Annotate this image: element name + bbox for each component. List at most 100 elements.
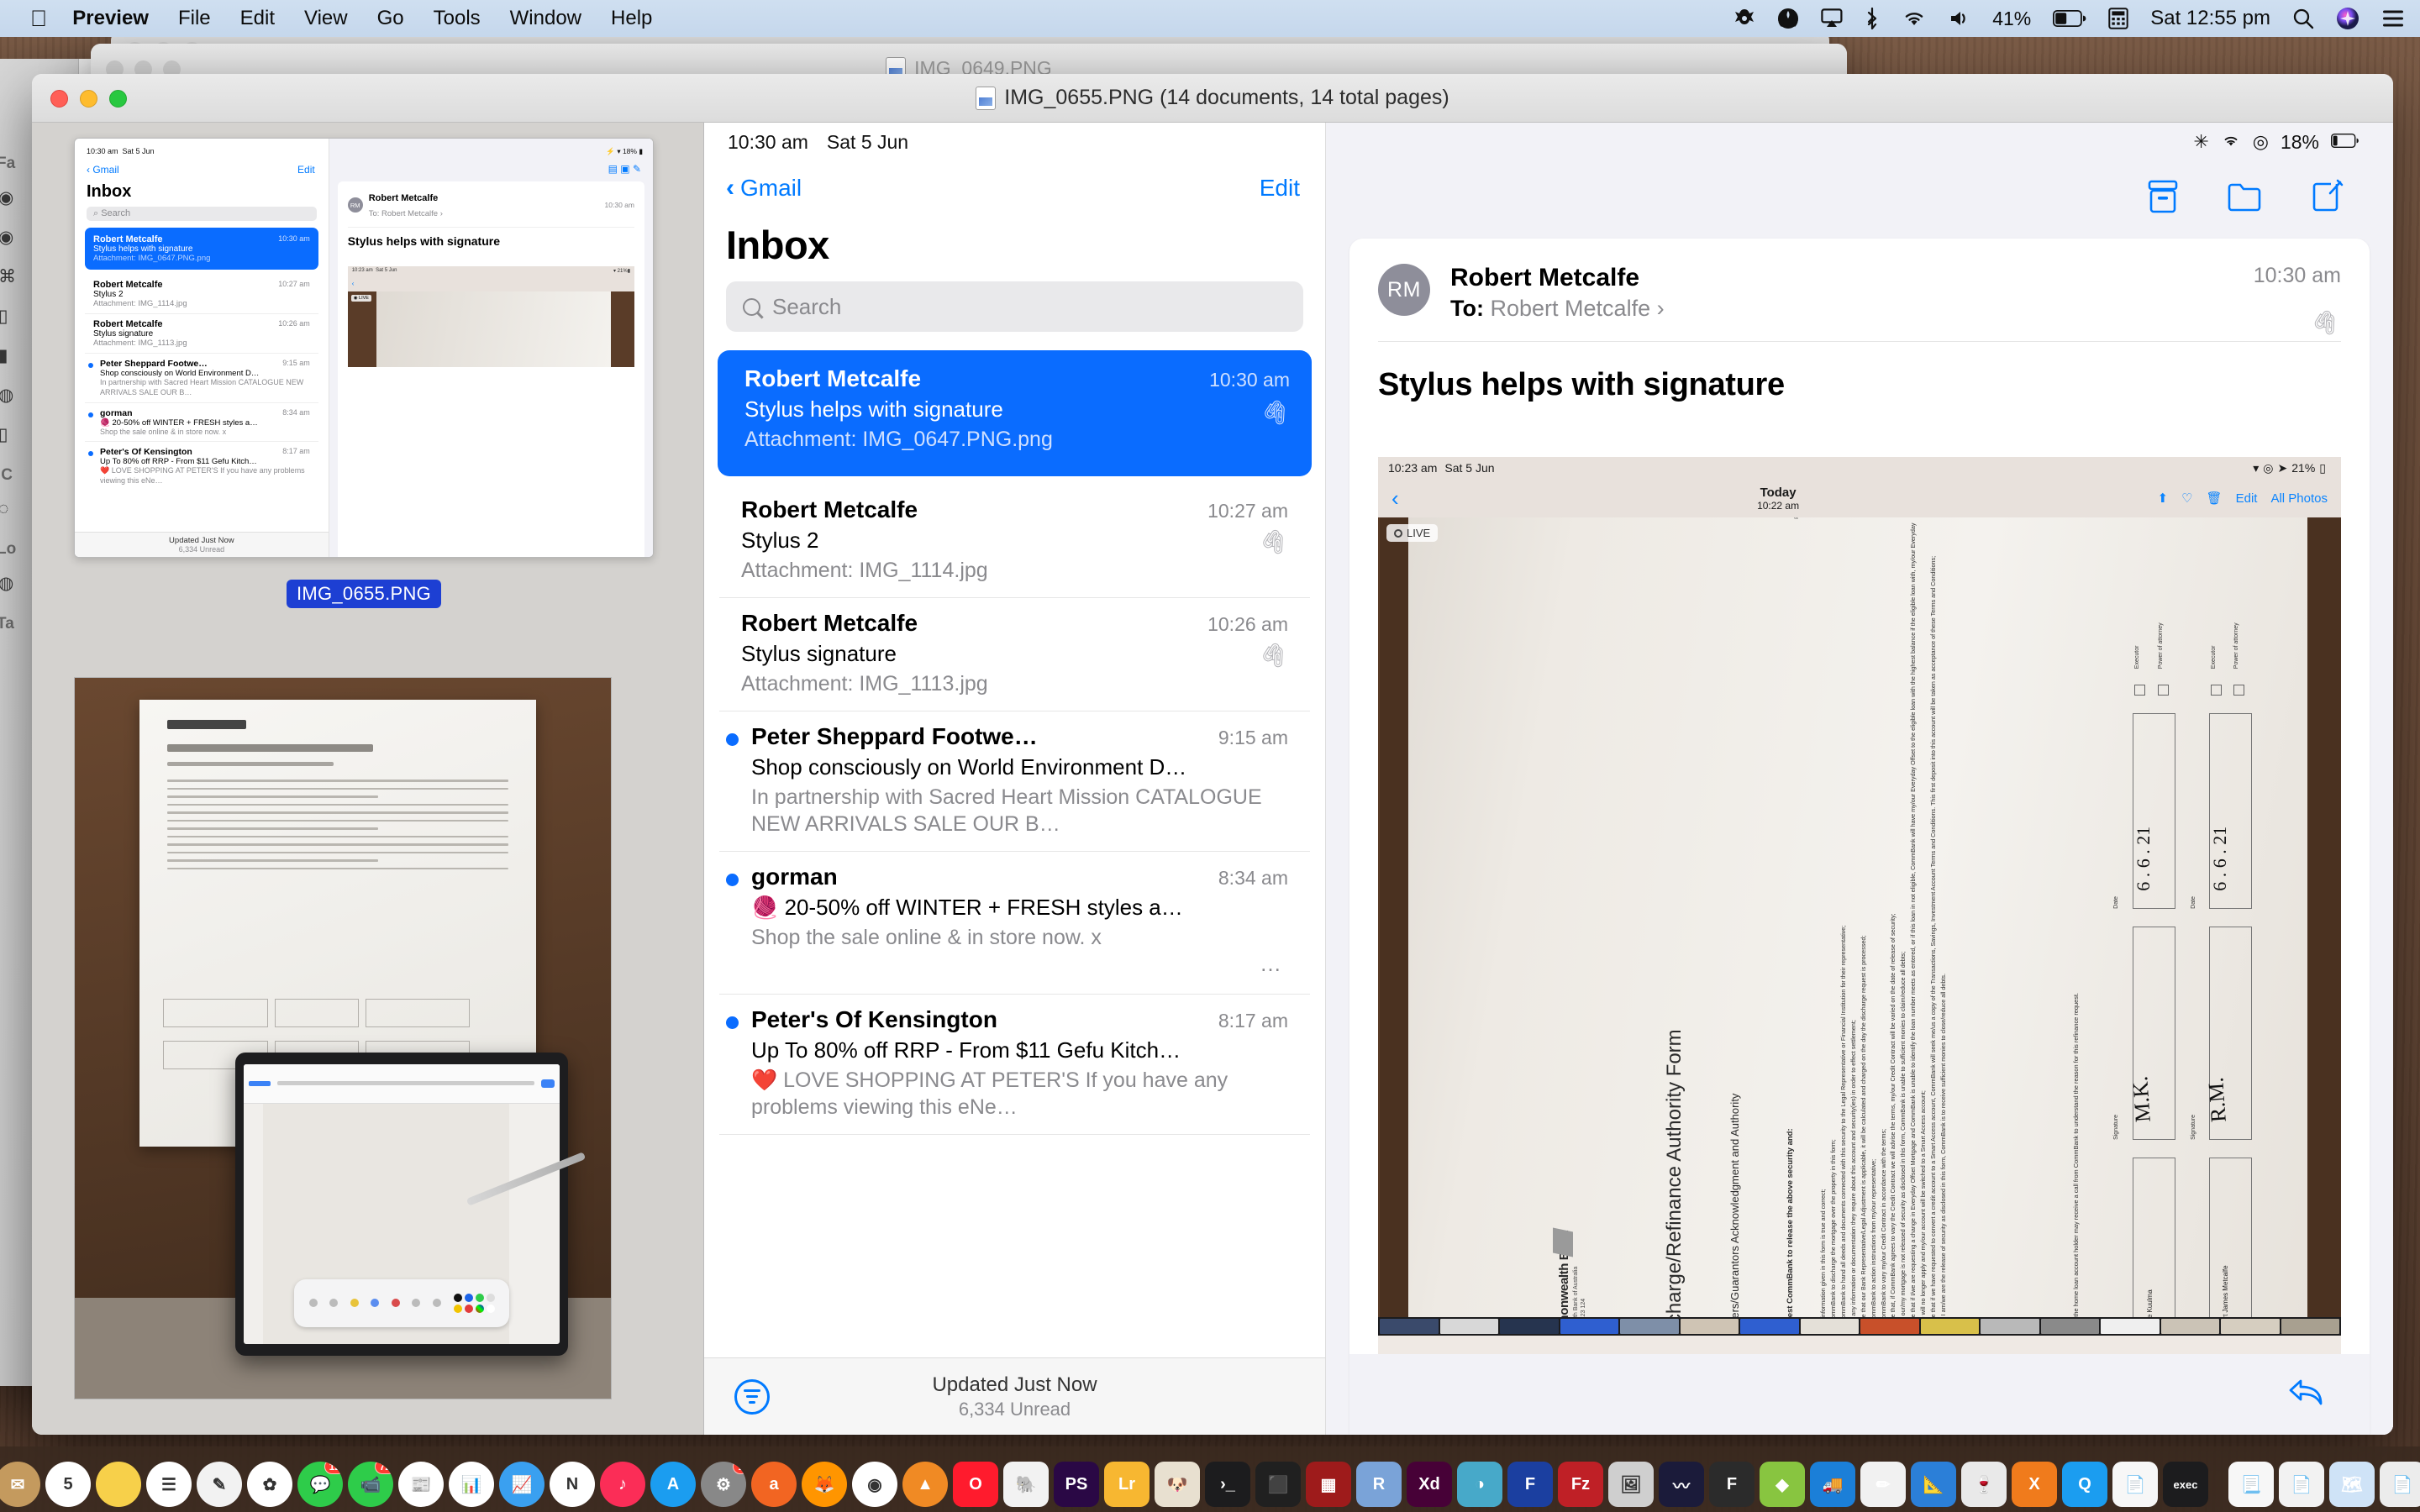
dock-item-f-app[interactable]: F: [1507, 1462, 1553, 1507]
dock-item-wine[interactable]: 🍷: [1961, 1462, 2007, 1507]
macos-dock[interactable]: ☺🚀◎🖼✉5☰✎✿💬12📹72📰📊📈N♪A⚙1a🦊◉▲O🐘PSLr🐶›_⬛▦RX…: [0, 1446, 2420, 1512]
dock-item-adobe-xd[interactable]: Xd: [1407, 1462, 1452, 1507]
dock-item-news[interactable]: 📰: [398, 1462, 444, 1507]
wifi-icon[interactable]: [1902, 8, 1927, 29]
zoom-button[interactable]: [109, 90, 127, 108]
menu-item-file[interactable]: File: [178, 7, 211, 30]
mail-detail-footer[interactable]: [1349, 1354, 2370, 1435]
mail-list-items[interactable]: Robert Metcalfe 10:30 am Stylus helps wi…: [704, 347, 1325, 1357]
dock-item-evernote[interactable]: 🐘: [1003, 1462, 1049, 1507]
mail-list-item-1[interactable]: Robert Metcalfe 10:27 am Stylus 2 Attach…: [719, 485, 1310, 598]
dock-item-textedit[interactable]: 📄: [2112, 1462, 2158, 1507]
dock-item-sketchbook[interactable]: ✏: [1860, 1462, 1906, 1507]
photos-actions[interactable]: ⬆ ♡ 🗑 Edit All Photos: [2158, 491, 2328, 507]
dock-item-downloads-stack[interactable]: 📄: [2279, 1462, 2324, 1507]
menu-item-help[interactable]: Help: [611, 7, 652, 30]
dock-item-sublime[interactable]: ◆: [1760, 1462, 1805, 1507]
menubar-status-items[interactable]: 41% Sat 12:55 pm: [1733, 7, 2405, 30]
airplay-icon[interactable]: [1821, 8, 1843, 29]
mail-attachment-area[interactable]: 10:23 am Sat 5 Jun ▾ ◎ ➤ 21% ▯ ‹ Today 1…: [1349, 403, 2370, 1354]
dock-item-notes[interactable]: [96, 1462, 141, 1507]
dock-item-terminal[interactable]: ›_: [1205, 1462, 1250, 1507]
search-input[interactable]: Search: [726, 281, 1303, 332]
menu-item-tools[interactable]: Tools: [434, 7, 481, 30]
archive-icon[interactable]: [2146, 179, 2180, 218]
back-chevron-icon[interactable]: ‹: [1392, 487, 1399, 509]
menu-item-view[interactable]: View: [304, 7, 348, 30]
dock-item-lightroom[interactable]: Lr: [1104, 1462, 1150, 1507]
menu-item-go[interactable]: Go: [377, 7, 404, 30]
reply-icon[interactable]: [2287, 1376, 2326, 1414]
dock-item-fontlab[interactable]: F: [1709, 1462, 1754, 1507]
photos-filmstrip[interactable]: [1378, 1317, 2341, 1336]
dock-item-numbers[interactable]: 📊: [449, 1462, 494, 1507]
thumbnail-item-photo[interactable]: [74, 677, 612, 1399]
close-button[interactable]: [50, 90, 68, 108]
dock-item-calendar[interactable]: 5: [45, 1462, 91, 1507]
borrower2-poa-checkbox[interactable]: [2233, 684, 2245, 696]
move-to-folder-icon[interactable]: [2227, 179, 2262, 218]
menubar-clock[interactable]: Sat 12:55 pm: [2150, 7, 2270, 30]
trash-icon[interactable]: 🗑: [2207, 491, 2223, 506]
preview-document-view[interactable]: 10:30 am Sat 5 Jun ✳ ◎ 18% ‹ Gmail Edit …: [704, 123, 2393, 1435]
mail-list-item-2[interactable]: Robert Metcalfe 10:26 am Stylus signatur…: [719, 598, 1310, 711]
dock-item-gimp[interactable]: 🐶: [1155, 1462, 1200, 1507]
dock-item-affinity-photo[interactable]: a: [751, 1462, 797, 1507]
mail-recipient-row[interactable]: To: Robert Metcalfe ›: [1450, 296, 2254, 322]
dock-item-app-store[interactable]: A: [650, 1462, 696, 1507]
mail-list-item-4[interactable]: gorman 8:34 am 🧶 20-50% off WINTER + FRE…: [719, 852, 1310, 995]
edit-button[interactable]: Edit: [1260, 175, 1300, 202]
thumbnail-item-selected[interactable]: 10:30 am Sat 5 Jun ‹ Gmail Edit Inbox ⌕ …: [74, 138, 654, 608]
dock-item-system-preferences[interactable]: ⚙ 1: [701, 1462, 746, 1507]
dock-item-pages[interactable]: ✎: [197, 1462, 242, 1507]
mail-list-pane[interactable]: ‹ Gmail Edit Inbox Search Robert Metcalf…: [704, 123, 1326, 1435]
compose-icon[interactable]: [2309, 179, 2344, 218]
menu-item-window[interactable]: Window: [510, 7, 581, 30]
dock-item-mail[interactable]: ✉: [0, 1462, 40, 1507]
all-photos-button[interactable]: All Photos: [2270, 491, 2328, 506]
dock-item-music[interactable]: ♪: [600, 1462, 645, 1507]
dock-item-r-studio[interactable]: R: [1356, 1462, 1402, 1507]
dock-item-photo-app[interactable]: ▦: [1306, 1462, 1351, 1507]
dock-item-firefox[interactable]: 🦊: [802, 1462, 847, 1507]
mail-detail-toolbar[interactable]: [1326, 161, 2393, 235]
dock-item-facetime[interactable]: 📹 72: [348, 1462, 393, 1507]
mail-list-item-5[interactable]: Peter's Of Kensington 8:17 am Up To 80% …: [719, 995, 1310, 1135]
filter-icon[interactable]: [734, 1378, 770, 1415]
calculator-icon[interactable]: [2108, 8, 2128, 29]
dock-item-messages[interactable]: 💬 12: [297, 1462, 343, 1507]
preview-window[interactable]: IMG_0655.PNG (14 documents, 14 total pag…: [32, 74, 2393, 1435]
macos-menu-bar[interactable]:  Preview File Edit View Go Tools Window…: [0, 0, 2420, 37]
window-traffic-lights[interactable]: [50, 90, 127, 108]
dock-item-blueprint-app[interactable]: 📐: [1911, 1462, 1956, 1507]
apple-icon[interactable]: : [30, 7, 47, 30]
dock-item-chrome[interactable]: ◉: [852, 1462, 897, 1507]
dock-item-dark-app[interactable]: ⬛: [1255, 1462, 1301, 1507]
heart-icon[interactable]: ♡: [2181, 491, 2192, 506]
dock-item-opera[interactable]: O: [953, 1462, 998, 1507]
dock-item-quicktime[interactable]: Q: [2062, 1462, 2107, 1507]
share-icon[interactable]: ⬆: [2158, 491, 2169, 506]
bartender-icon[interactable]: [1733, 8, 1755, 29]
dock-item-reminders[interactable]: ☰: [146, 1462, 192, 1507]
battery-icon[interactable]: [2053, 10, 2086, 27]
mail-detail-pane[interactable]: RM Robert Metcalfe To: Robert Metcalfe ›: [1326, 123, 2393, 1435]
dock-item-photos[interactable]: ✿: [247, 1462, 292, 1507]
photo-edit-button[interactable]: Edit: [2236, 491, 2258, 506]
photos-nav-bar[interactable]: ‹ Today 10:22 am ⬆ ♡ 🗑 Edit All Photos: [1378, 479, 2341, 517]
dock-item-exec-app[interactable]: exec: [2163, 1462, 2208, 1507]
dock-item-documents-stack[interactable]: 📃: [2228, 1462, 2274, 1507]
back-to-gmail-button[interactable]: ‹ Gmail: [726, 175, 802, 202]
minimize-button[interactable]: [80, 90, 97, 108]
preview-thumbnail-sidebar[interactable]: 10:30 am Sat 5 Jun ‹ Gmail Edit Inbox ⌕ …: [32, 123, 704, 1435]
borrower1-poa-checkbox[interactable]: [2157, 684, 2169, 696]
attached-photo[interactable]: 10:23 am Sat 5 Jun ▾ ◎ ➤ 21% ▯ ‹ Today 1…: [1378, 457, 2341, 1354]
live-photo-badge[interactable]: LIVE: [1386, 524, 1439, 542]
dock-item-map-doc[interactable]: 🗺: [2329, 1462, 2375, 1507]
menu-item-edit[interactable]: Edit: [240, 7, 275, 30]
dock-item-audacity[interactable]: 〰: [1659, 1462, 1704, 1507]
dock-item-image-capture[interactable]: 🖼: [1608, 1462, 1654, 1507]
control-center-icon[interactable]: [2381, 8, 2405, 29]
thumbnail-image[interactable]: 10:30 am Sat 5 Jun ‹ Gmail Edit Inbox ⌕ …: [74, 138, 654, 558]
dock-item-transmit[interactable]: 🚚: [1810, 1462, 1855, 1507]
